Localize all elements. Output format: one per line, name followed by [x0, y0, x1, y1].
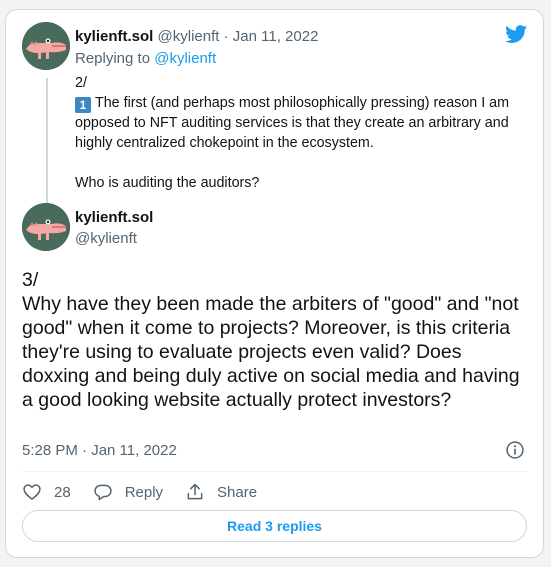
- like-count: 28: [54, 483, 71, 501]
- handle[interactable]: @kylienft: [158, 28, 220, 45]
- crocodile-avatar-icon: [22, 22, 70, 70]
- avatar[interactable]: [22, 22, 70, 70]
- display-name[interactable]: kylienft.sol: [75, 28, 153, 45]
- read-replies-button[interactable]: Read 3 replies: [22, 510, 527, 542]
- info-icon[interactable]: [505, 440, 525, 460]
- reply-button[interactable]: Reply: [93, 482, 163, 502]
- tweet-timestamp[interactable]: 5:28 PM · Jan 11, 2022: [22, 442, 177, 459]
- like-button[interactable]: 28: [22, 482, 71, 502]
- share-button[interactable]: Share: [185, 482, 257, 502]
- tweet-card: kylienft.sol @kylienft · Jan 11, 2022 Re…: [5, 9, 544, 558]
- display-name[interactable]: kylienft.sol: [75, 209, 153, 226]
- share-label: Share: [217, 483, 258, 501]
- reply-bubble-icon: [94, 484, 112, 501]
- paragraph-spacer: [75, 153, 535, 173]
- quoted-question: Who is auditing the auditors?: [75, 175, 260, 191]
- twitter-bird-icon[interactable]: [504, 23, 529, 45]
- main-paragraph: Why have they been made the arbiters of …: [22, 293, 520, 411]
- separator: ·: [223, 28, 229, 45]
- heart-icon: [23, 484, 41, 500]
- quoted-tweet-header: kylienft.sol @kylienft · Jan 11, 2022: [75, 28, 318, 45]
- reply-label: Reply: [124, 483, 164, 501]
- thread-line: [46, 78, 48, 206]
- main-tweet-text: 3/ Why have they been made the arbiters …: [22, 268, 534, 412]
- crocodile-avatar-icon: [22, 203, 70, 251]
- replying-prefix: Replying to: [75, 50, 151, 67]
- keycap-one-icon: 1: [75, 97, 91, 113]
- quoted-tweet-text: 2/ 1 The first (and perhaps most philosop…: [75, 73, 535, 193]
- replying-handle-link[interactable]: @kylienft: [154, 50, 216, 67]
- main-line-number: 3/: [22, 269, 39, 291]
- quoted-main-text: The first (and perhaps most philosophica…: [75, 95, 510, 151]
- divider: [22, 471, 527, 472]
- action-bar: 28 Reply Share: [22, 480, 279, 504]
- avatar[interactable]: [22, 203, 70, 251]
- tweet-date[interactable]: Jan 11, 2022: [233, 28, 319, 45]
- replying-to: Replying to @kylienft: [75, 50, 216, 67]
- quoted-main-paragraph: 1 The first (and perhaps most philosophic…: [75, 93, 535, 153]
- quoted-line-number: 2/: [75, 75, 87, 91]
- handle[interactable]: @kylienft: [75, 230, 137, 247]
- share-icon: [187, 483, 203, 500]
